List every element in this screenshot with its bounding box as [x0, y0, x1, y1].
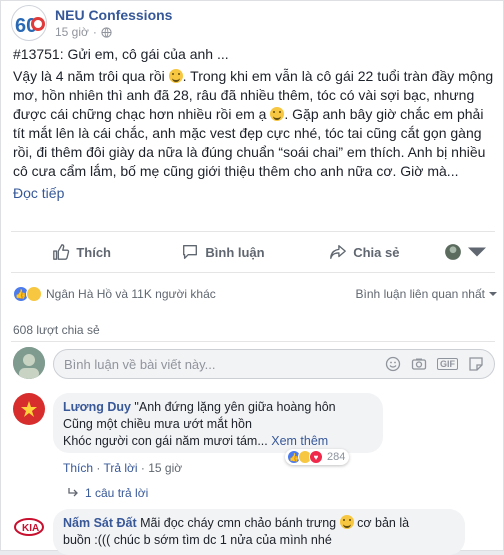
see-more-link[interactable]: Xem thêm	[271, 434, 328, 448]
post-time[interactable]: 15 giờ	[55, 25, 89, 39]
reactors-text[interactable]: Ngân Hà Hồ và 11K người khác	[46, 287, 216, 301]
composer-tools: GIF	[385, 356, 484, 372]
comment-label: Bình luận	[205, 244, 265, 260]
current-user-avatar	[13, 347, 45, 379]
comment-composer[interactable]: Bình luận về bài viết này... GIF	[53, 349, 495, 379]
love-reaction-icon: ♥	[309, 450, 323, 464]
comment-text: buồn :((( chúc b sớm tìm dc 1 nửa của mì…	[63, 533, 332, 547]
reply-arrow-icon	[68, 488, 78, 497]
reactions-summary: 👍 Ngân Hà Hồ và 11K người khác Bình luận…	[13, 284, 497, 304]
thumbs-up-icon	[53, 244, 70, 260]
reaction-icons[interactable]: 👍	[13, 286, 42, 302]
post-meta: 15 giờ ·	[55, 25, 112, 39]
page-name-link[interactable]: NEU Confessions	[55, 7, 172, 23]
post-paragraph: Vậy là 4 năm trôi qua rồi . Trong khi em…	[13, 68, 494, 179]
speech-bubble-icon	[183, 245, 198, 259]
comment-like-button[interactable]: Thích	[63, 461, 93, 475]
commenter-name[interactable]: Lương Duy	[63, 400, 131, 414]
share-label: Chia sẻ	[353, 244, 400, 260]
user-avatar-mini-icon	[445, 244, 461, 260]
sticker-icon[interactable]	[468, 356, 484, 372]
comment-time[interactable]: 15 giờ	[148, 461, 182, 475]
caret-down-icon	[467, 247, 486, 257]
comment-text: Cũng một chiều mưa ướt mắt hồn	[63, 417, 252, 431]
comment-sort-label: Bình luận liên quan nhất	[355, 287, 485, 301]
commenter-avatar[interactable]: KIA	[13, 511, 45, 543]
comment-text: Mãi đọc cháy cmn chảo bánh trưng	[140, 516, 337, 530]
like-button[interactable]: Thích	[11, 232, 152, 272]
sad-reaction-icon	[26, 286, 42, 302]
commenter-avatar[interactable]	[13, 393, 45, 425]
smiley-icon[interactable]	[385, 356, 401, 372]
grin-emoji-icon	[270, 107, 285, 121]
comment-text: cơ bản là	[357, 516, 410, 530]
comment-bubble: Nấm Sát Đất Mãi đọc cháy cmn chảo bánh t…	[53, 509, 465, 555]
divider	[11, 341, 495, 342]
like-label: Thích	[76, 244, 111, 260]
share-button[interactable]: Chia sẻ	[294, 232, 435, 272]
globe-icon	[101, 26, 112, 38]
camera-icon[interactable]	[411, 356, 427, 372]
commenter-name[interactable]: Nấm Sát Đất	[63, 516, 137, 530]
comment-text: Khóc người con gái năm mươi tám...	[63, 434, 268, 448]
post-as-selector[interactable]	[435, 232, 495, 272]
page-avatar[interactable]: 60	[11, 5, 47, 41]
comment-reply-button[interactable]: Trả lời	[103, 461, 137, 475]
caret-down-icon	[489, 292, 497, 296]
gif-icon[interactable]: GIF	[437, 358, 458, 370]
comment-sort-dropdown[interactable]: Bình luận liên quan nhất	[356, 287, 497, 301]
comment-input[interactable]: Bình luận về bài viết này...	[64, 357, 385, 372]
see-more-link[interactable]: Đọc tiếp	[13, 184, 497, 203]
post-body: #13751: Gửi em, cô gái của anh ... Vậy l…	[13, 45, 497, 203]
sad-emoji-icon	[339, 515, 354, 529]
comment-text: "Anh đứng lặng yên giữa hoàng hôn	[134, 400, 336, 414]
share-count[interactable]: 608 lượt chia sẻ	[13, 323, 100, 337]
post-id-line: #13751: Gửi em, cô gái của anh ...	[13, 46, 229, 62]
smile-emoji-icon	[168, 69, 183, 83]
comment-actions: Thích · Trả lời · 15 giờ	[63, 461, 183, 475]
post-card: 60 NEU Confessions 15 giờ · #13751: Gửi …	[0, 0, 504, 555]
comment-button[interactable]: Bình luận	[152, 232, 293, 272]
comment-reaction-count: 284	[327, 451, 346, 463]
comment-reactions-pill[interactable]: 👍 ♥ 284	[285, 449, 350, 465]
comment-bubble: Lương Duy "Anh đứng lặng yên giữa hoàng …	[53, 393, 383, 453]
view-replies-link[interactable]: 1 câu trả lời	[67, 486, 148, 500]
post-actions-bar: Thích Bình luận Chia sẻ	[11, 231, 495, 273]
share-arrow-icon	[330, 245, 347, 259]
replies-count-label: 1 câu trả lời	[85, 486, 149, 500]
svg-text:KIA: KIA	[22, 523, 39, 534]
